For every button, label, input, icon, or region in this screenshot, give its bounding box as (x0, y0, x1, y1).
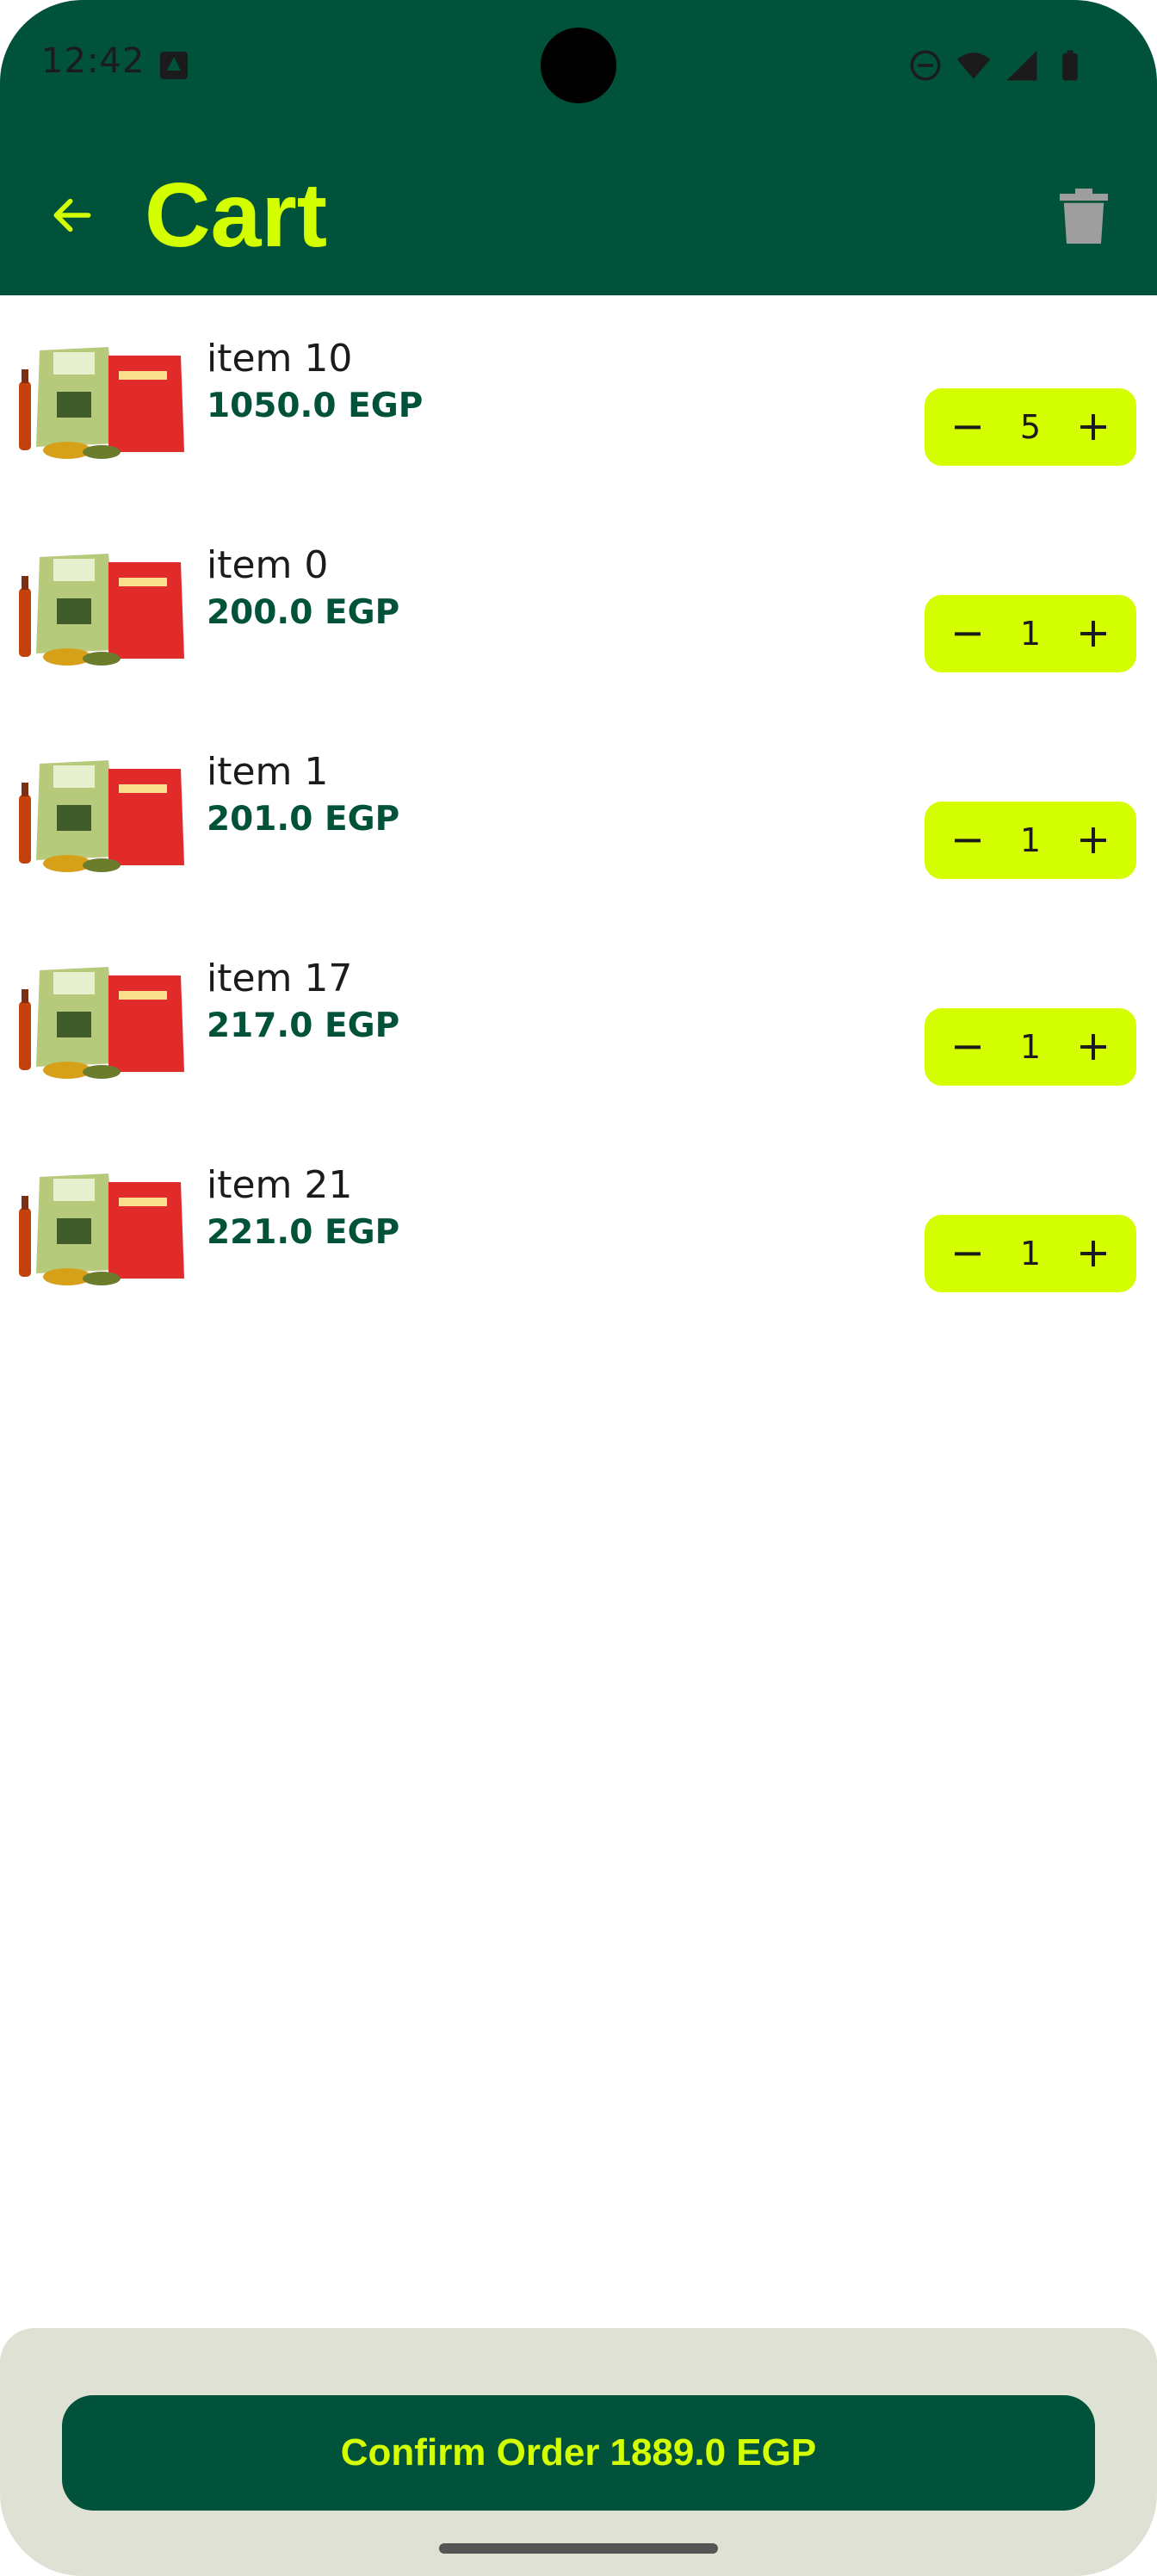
cart-item: item 0 200.0 EGP 1 (0, 502, 1157, 709)
product-image (19, 554, 184, 666)
cart-item: item 10 1050.0 EGP 5 (0, 295, 1157, 502)
bottom-bar: Confirm Order 1889.0 EGP (0, 2328, 1157, 2576)
top-bar: 12:42 Cart (0, 0, 1157, 295)
wifi-icon (956, 53, 991, 79)
status-icons (907, 45, 1088, 86)
quantity-value: 1 (1019, 821, 1042, 859)
order-total: 1889.0 EGP (609, 2431, 817, 2474)
battery-icon (1062, 50, 1078, 81)
quantity-value: 1 (1019, 1235, 1042, 1273)
do-not-disturb-icon (910, 50, 941, 81)
plus-icon (1080, 621, 1106, 647)
item-price: 221.0 EGP (207, 1213, 400, 1252)
product-image (19, 1173, 184, 1285)
quantity-stepper: 1 (925, 595, 1136, 672)
cart-list: item 10 1050.0 EGP 5 item 0 200.0 EGP 1 … (0, 295, 1157, 1328)
confirm-order-button[interactable]: Confirm Order 1889.0 EGP (62, 2395, 1095, 2511)
status-time: 12:42 (41, 41, 145, 81)
quantity-stepper: 1 (925, 802, 1136, 879)
item-name: item 17 (207, 957, 353, 1000)
status-bar: 12:42 (0, 0, 1157, 129)
item-name: item 21 (207, 1163, 353, 1207)
minus-icon (955, 632, 981, 636)
confirm-label: Confirm Order (340, 2431, 600, 2474)
notification-icon (160, 52, 188, 79)
minus-icon (955, 839, 981, 843)
camera-cutout (541, 28, 616, 103)
quantity-stepper: 1 (925, 1215, 1136, 1292)
item-price: 217.0 EGP (207, 1006, 400, 1045)
page-title: Cart (145, 164, 328, 266)
minus-icon (955, 1252, 981, 1256)
cart-item: item 1 201.0 EGP 1 (0, 709, 1157, 915)
decrement-button[interactable] (944, 1023, 992, 1071)
quantity-value: 5 (1019, 408, 1042, 446)
item-name: item 10 (207, 337, 353, 381)
plus-icon (1080, 827, 1106, 853)
decrement-button[interactable] (944, 1229, 992, 1278)
increment-button[interactable] (1069, 816, 1117, 864)
increment-button[interactable] (1069, 610, 1117, 658)
minus-icon (955, 425, 981, 430)
clear-cart-button[interactable] (1045, 177, 1123, 255)
cart-item: item 17 217.0 EGP 1 (0, 915, 1157, 1122)
quantity-stepper: 1 (925, 1008, 1136, 1086)
app-screen: 12:42 Cart item 10 1050.0 EGP 5 item 0 2… (0, 0, 1157, 2576)
plus-icon (1080, 414, 1106, 440)
minus-icon (955, 1045, 981, 1050)
item-name: item 0 (207, 543, 329, 587)
item-price: 1050.0 EGP (207, 387, 424, 425)
decrement-button[interactable] (944, 816, 992, 864)
arrow-back-icon (53, 198, 91, 232)
quantity-value: 1 (1019, 615, 1042, 653)
product-image (19, 967, 184, 1079)
product-image (19, 347, 184, 459)
decrement-button[interactable] (944, 403, 992, 451)
quantity-value: 1 (1019, 1028, 1042, 1066)
cart-item: item 21 221.0 EGP 1 (0, 1122, 1157, 1328)
item-price: 200.0 EGP (207, 593, 400, 632)
item-price: 201.0 EGP (207, 800, 400, 839)
plus-icon (1080, 1241, 1106, 1266)
back-button[interactable] (38, 181, 107, 250)
item-name: item 1 (207, 750, 329, 794)
increment-button[interactable] (1069, 403, 1117, 451)
product-image (19, 760, 184, 872)
trash-icon (1060, 189, 1108, 244)
home-indicator[interactable] (439, 2543, 718, 2554)
decrement-button[interactable] (944, 610, 992, 658)
quantity-stepper: 5 (925, 388, 1136, 466)
plus-icon (1080, 1034, 1106, 1060)
increment-button[interactable] (1069, 1229, 1117, 1278)
increment-button[interactable] (1069, 1023, 1117, 1071)
signal-icon (1006, 50, 1037, 81)
app-bar: Cart (0, 146, 1157, 295)
